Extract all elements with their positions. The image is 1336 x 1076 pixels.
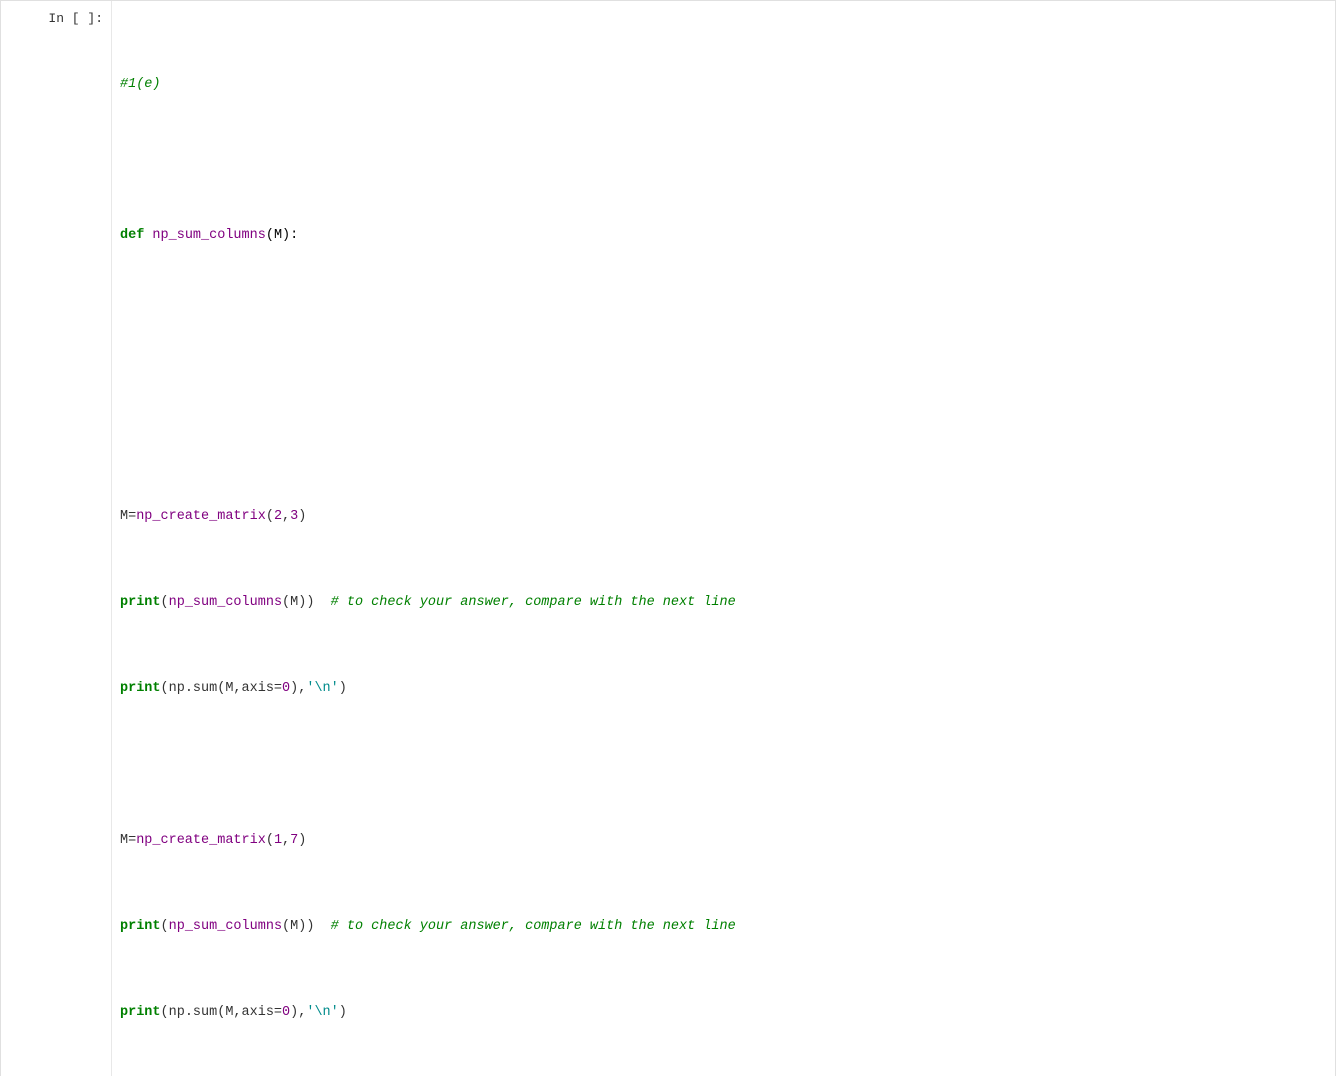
cell-label: In [ ]: [48,11,103,26]
code-line-blank3 [120,355,1319,377]
code-line-blank6 [120,1067,1319,1076]
cell-content[interactable]: #1(e) def np_sum_columns(M): M=np_create… [111,1,1335,1076]
code-line-7: M=np_create_matrix(2,3) [120,506,1319,528]
code-line-12: print(np_sum_columns(M)) # to check your… [120,916,1319,938]
code-line-11: M=np_create_matrix(1,7) [120,830,1319,852]
code-line-1: #1(e) [120,74,1319,96]
code-line-blank1 [120,139,1319,161]
code-line-8: print(np_sum_columns(M)) # to check your… [120,592,1319,614]
code-line-13: print(np.sum(M,axis=0),'\n') [120,1002,1319,1024]
code-line-9: print(np.sum(M,axis=0),'\n') [120,678,1319,700]
cell-gutter: In [ ]: [1,1,111,1076]
code-line-blank2 [120,290,1319,312]
code-line-blank4 [120,419,1319,441]
code-block: #1(e) def np_sum_columns(M): M=np_create… [120,9,1319,1076]
code-line-3: def np_sum_columns(M): [120,225,1319,247]
code-line-blank5 [120,743,1319,765]
notebook-cell: In [ ]: #1(e) def np_sum_columns(M): M=n… [0,0,1336,1076]
